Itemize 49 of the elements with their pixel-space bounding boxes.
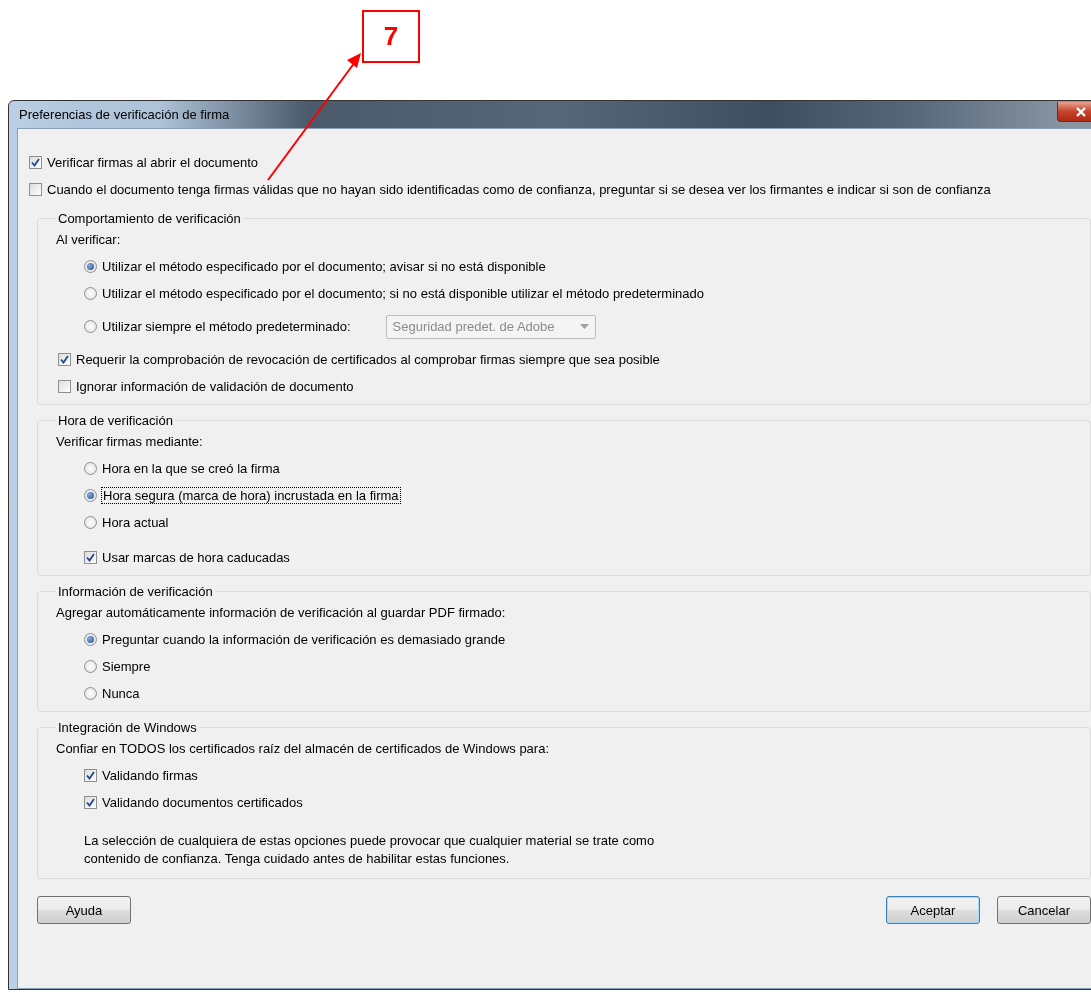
option-label: Validando firmas xyxy=(102,768,198,783)
close-icon xyxy=(1075,106,1087,117)
checkbox[interactable] xyxy=(58,353,71,366)
cancel-button[interactable]: Cancelar xyxy=(997,896,1091,924)
option-label: Siempre xyxy=(102,659,151,674)
section-prompt: Confiar en TODOS los certificados raíz del almacén de certificados de Windows para: xyxy=(56,741,550,756)
radio-button[interactable] xyxy=(84,462,97,475)
step-callout: 7 xyxy=(362,10,420,63)
radio-button[interactable] xyxy=(84,633,97,646)
radio-button[interactable] xyxy=(84,687,97,700)
option-label: Cuando el documento tenga firmas válidas que no hayan sido identificadas como de confianza, preguntar si se desea ver los firmantes e indicar si son de confianza xyxy=(47,182,991,197)
checkbox[interactable] xyxy=(84,769,97,782)
option-label: Requerir la comprobación de revocación de certificados al comprobar firmas siempre que sea posible xyxy=(76,352,660,367)
section-title: Comportamiento de verificación xyxy=(57,211,242,226)
section-title: Hora de verificación xyxy=(57,413,174,428)
option-label: Verificar firmas al abrir el documento xyxy=(47,155,258,170)
window-title: Preferencias de verificación de firma xyxy=(18,107,230,122)
accept-button[interactable]: Aceptar xyxy=(886,896,980,924)
option-label: Nunca xyxy=(102,686,140,701)
radio-button[interactable] xyxy=(84,260,97,273)
radio-button[interactable] xyxy=(84,287,97,300)
option-label: Usar marcas de hora caducadas xyxy=(102,550,290,565)
radio-button[interactable] xyxy=(84,489,97,502)
dropdown-caret-icon xyxy=(579,324,589,329)
option-label: Preguntar cuando la información de verificación es demasiado grande xyxy=(102,632,506,647)
close-button[interactable] xyxy=(1057,102,1091,122)
section-prompt: Al verificar: xyxy=(56,232,121,247)
section-title: Información de verificación xyxy=(57,584,214,599)
option-label: Validando documentos certificados xyxy=(102,795,303,810)
help-button[interactable]: Ayuda xyxy=(37,896,131,924)
option-label: Utilizar siempre el método predeterminado: xyxy=(102,319,351,334)
option-label: Hora actual xyxy=(102,515,169,530)
option-label: Hora en la que se creó la firma xyxy=(102,461,280,476)
radio-button[interactable] xyxy=(84,660,97,673)
checkbox[interactable] xyxy=(84,551,97,564)
checkbox[interactable] xyxy=(29,183,42,196)
section-prompt: Verificar firmas mediante: xyxy=(56,434,203,449)
section-title: Integración de Windows xyxy=(57,720,198,735)
checkbox[interactable] xyxy=(58,380,71,393)
option-label: Utilizar el método especificado por el documento; avisar si no está disponible xyxy=(102,259,546,274)
warning-note: La selección de cualquiera de estas opciones puede provocar que cualquier material se trate como contenido de confianza. Tenga cuidado antes de habilitar estas funciones. xyxy=(84,832,656,868)
section-prompt: Agregar automáticamente información de verificación al guardar PDF firmado: xyxy=(56,605,506,620)
radio-button[interactable] xyxy=(84,320,97,333)
checkbox[interactable] xyxy=(84,796,97,809)
radio-button[interactable] xyxy=(84,516,97,529)
option-label: Ignorar información de validación de documento xyxy=(76,379,354,394)
checkbox[interactable] xyxy=(29,156,42,169)
option-label: Hora segura (marca de hora) incrustada en la firma xyxy=(102,488,400,503)
option-label: Utilizar el método especificado por el documento; si no está disponible utilizar el método predeterminado xyxy=(102,286,704,301)
